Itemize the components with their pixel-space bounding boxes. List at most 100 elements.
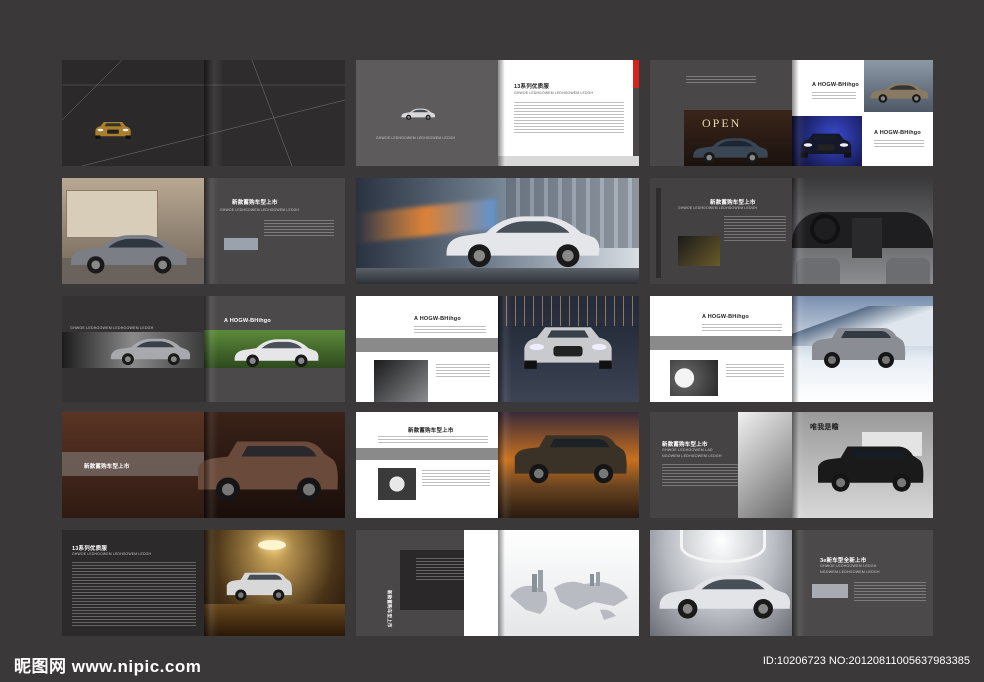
brochure-spread-15: 3e新车型全新上市 GHWOE LEDHGOWEM LEDGH NGOWEM L…	[650, 530, 933, 636]
body-text	[72, 562, 196, 628]
spread-subtitle: GHWOE LEDHGOWEM LEDHGOWEM LEDGH	[376, 136, 456, 140]
brochure-spread-3: OPEN A HOGW-BHihgo A HOGW-BHihgo	[650, 60, 933, 166]
brochure-spread-2: GHWOE LEDHGOWEM LEDHGOWEM LEDGH 13系列优质服 …	[356, 60, 639, 166]
page-right: A HOGW-BHihgo A HOGW-BHihgo	[792, 60, 933, 166]
vertical-text-bar	[656, 188, 661, 278]
spread-caption: 新款蓄购车型上市	[84, 464, 130, 470]
car-photo	[228, 332, 324, 368]
car-photo	[516, 312, 620, 382]
body-text	[686, 76, 756, 85]
spread-caption: 新款蓄购车型上市	[232, 200, 278, 206]
spread-subtitle: NGOWEM LEDHGOWEM LEDGH	[820, 570, 880, 574]
car-photo	[864, 60, 933, 112]
road	[356, 268, 639, 284]
spread-subtitle: NGOWEM LEDHGOWEM LEDGH	[662, 454, 722, 458]
light-detail	[670, 360, 718, 396]
body-text	[436, 364, 490, 379]
spread-subtitle: GHWOE LEDHGOWEM LAD	[662, 448, 713, 452]
white-panel	[464, 530, 498, 636]
brochure-spread-1	[62, 60, 345, 166]
model-label: A HOGW-BHihgo	[224, 318, 271, 324]
brochure-spread-5	[356, 178, 639, 284]
page-left	[650, 530, 792, 636]
spread-caption: 13系列优质服	[514, 84, 550, 90]
brochure-spread-7: GHWOE LEDHGOWEM LEDHGOWEM LEDGH A HOGW-B…	[62, 296, 345, 402]
page-right: A HOGW-BHihgo	[204, 296, 345, 402]
watermark-logo: 昵图网 www.nipic.com	[14, 657, 202, 676]
car-photo	[224, 566, 294, 606]
brochure-spread-4: 新款蓄购车型上市 GHWOE LEDHGOWEM LEDHGOWEM LEDGH	[62, 178, 345, 284]
brochure-spread-8: A HOGW-BHihgo	[356, 296, 639, 402]
thumb-photo	[812, 584, 848, 598]
body-text	[724, 216, 786, 243]
detail-photo	[738, 412, 792, 518]
spread-subtitle: GHWOE LEDHGOWEM LEDHGOWEM LEDGH	[70, 326, 154, 330]
page-left: A HOGW-BHihgo	[650, 296, 792, 402]
shop-photo: OPEN	[684, 110, 792, 166]
page-right: 新款蓄购车型上市 GHWOE LEDHGOWEM LEDHGOWEM LEDGH	[204, 178, 345, 284]
page-left: GHWOE LEDHGOWEM LEDHGOWEM LEDGH	[62, 296, 204, 402]
body-text	[378, 436, 488, 445]
body-text	[514, 102, 624, 135]
decorative-lines	[62, 60, 345, 166]
car-photo	[102, 332, 198, 366]
chandelier	[258, 540, 286, 550]
page-right: 3e新车型全新上市 GHWOE LEDHGOWEM LEDGH NGOWEM L…	[792, 530, 933, 636]
stage-floor	[204, 604, 345, 636]
thumb-photo	[678, 236, 720, 266]
body-text	[874, 140, 924, 149]
body-text	[854, 582, 926, 603]
car-photo-night	[792, 116, 862, 166]
spread-subtitle: GHWOE LEDHGOWEM LEDGH	[820, 564, 877, 568]
grey-band	[356, 338, 498, 352]
spread-subtitle: GHWOE LEDHGOWEM LEDHGOWEM LEDGH	[72, 552, 152, 556]
spread-heading: 唯我是瞻	[810, 424, 839, 431]
body-text	[422, 470, 490, 488]
body-text	[414, 326, 486, 335]
brochure-spread-12: 新款蓄购车型上市 GHWOE LEDHGOWEM LAD NGOWEM LEDH…	[650, 412, 933, 518]
car-photo	[810, 442, 930, 494]
model-label: A HOGW-BHihgo	[702, 314, 749, 320]
page-left: A HOGW-BHihgo	[356, 296, 498, 402]
page-right	[498, 412, 639, 518]
body-text	[702, 324, 782, 333]
page-right	[498, 296, 639, 402]
body-text	[662, 464, 738, 488]
watermark-id: ID:10206723 NO:20120811005637983385	[762, 655, 970, 667]
page-left: 新款蓄购车型上市 GHWOE LEDHGOWEM LAD NGOWEM LEDH…	[650, 412, 792, 518]
headlight-detail	[374, 360, 428, 402]
brochure-spread-6: 新款蓄购车型上市 GHWOE LEDHGOWEM LEDHGOWEM LEDGH	[650, 178, 933, 284]
red-accent-bar	[633, 60, 639, 88]
car-photo	[192, 432, 342, 508]
car-photo	[440, 196, 604, 276]
spread-caption: 新款蓄购车型上市	[387, 590, 392, 628]
brochure-spread-9: A HOGW-BHihgo	[650, 296, 933, 402]
world-map-3d	[510, 570, 628, 620]
spread-caption: 新款蓄购车型上市	[710, 200, 756, 206]
spread-subtitle: GHWOE LEDHGOWEM LEDHGOWEM LEDGH	[678, 206, 758, 210]
grey-band	[356, 448, 498, 460]
steering-wheel	[810, 214, 840, 244]
car-photo	[690, 132, 770, 164]
shop-sign: OPEN	[702, 116, 742, 130]
spread-caption: 新款蓄购车型上市	[662, 442, 708, 448]
spread-caption: 3e新车型全新上市	[820, 558, 867, 564]
car-photo	[400, 104, 436, 122]
body-text	[812, 92, 856, 101]
spread-caption: 新款蓄购车型上市	[408, 428, 454, 434]
page-right	[498, 530, 639, 636]
page-left	[62, 178, 204, 284]
car-photo	[808, 324, 908, 370]
spread-subtitle: GHWOE LEDHGOWEM LEDHGOWEM LEDGH	[514, 91, 594, 95]
spread-subtitle: GHWOE LEDHGOWEM LEDHGOWEM LEDGH	[220, 208, 300, 212]
model-label: A HOGW-BHihgo	[812, 82, 859, 88]
seat	[886, 258, 930, 284]
page-left: GHWOE LEDHGOWEM LEDHGOWEM LEDGH	[356, 60, 498, 166]
car-photo	[654, 552, 792, 632]
page-left: 新款蓄购车型上市	[356, 412, 498, 518]
thumb-photo	[224, 238, 258, 250]
page-left: 13系列优质服 GHWOE LEDHGOWEM LEDHGOWEM LEDGH	[62, 530, 204, 636]
spread-caption: 13系列优质服	[72, 546, 108, 552]
detail-photo	[378, 468, 416, 500]
page-right: 13系列优质服 GHWOE LEDHGOWEM LEDHGOWEM LEDGH	[498, 60, 633, 166]
